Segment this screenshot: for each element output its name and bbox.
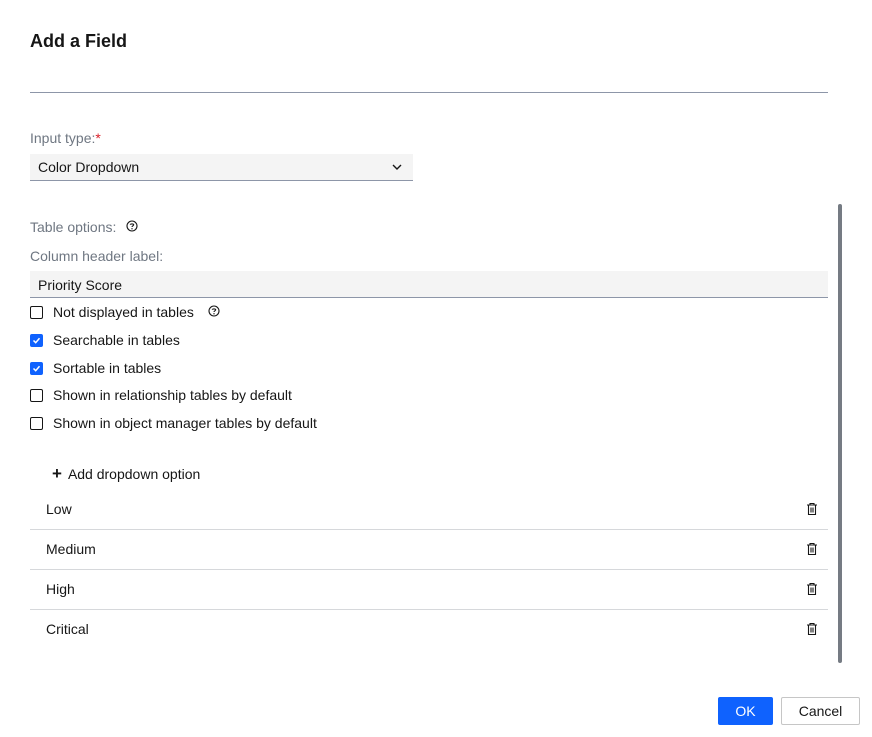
checkbox-not-displayed[interactable]: Not displayed in tables xyxy=(30,302,220,322)
dropdown-option-label: Medium xyxy=(46,541,96,557)
checkbox-label: Searchable in tables xyxy=(53,332,180,348)
column-header-input[interactable]: Priority Score xyxy=(30,271,828,298)
dropdown-option-row: High xyxy=(30,570,828,610)
chevron-down-icon xyxy=(391,160,403,176)
help-icon[interactable] xyxy=(126,219,138,235)
dropdown-option-label: Critical xyxy=(46,621,89,637)
table-options-label: Table options: xyxy=(30,219,138,235)
checkbox-label: Shown in object manager tables by defaul… xyxy=(53,415,317,431)
checkbox-box[interactable] xyxy=(30,388,43,402)
dropdown-option-row: Medium xyxy=(30,530,828,570)
input-type-label: Input type:* xyxy=(30,130,101,146)
checkbox-label: Sortable in tables xyxy=(53,360,162,376)
checkbox-label: Shown in relationship tables by default xyxy=(53,387,292,403)
dropdown-option-label: High xyxy=(46,581,75,597)
checkbox-box-checked[interactable] xyxy=(30,361,43,375)
trash-icon[interactable] xyxy=(806,622,818,639)
help-icon[interactable] xyxy=(208,304,220,320)
input-type-label-text: Input type: xyxy=(30,130,96,146)
add-dropdown-option-button[interactable]: + Add dropdown option xyxy=(52,464,201,483)
scrollbar-thumb[interactable] xyxy=(838,204,842,663)
checkbox-label: Not displayed in tables xyxy=(53,304,194,320)
checkbox-object-manager-tables[interactable]: Shown in object manager tables by defaul… xyxy=(30,413,317,433)
trash-icon[interactable] xyxy=(806,582,818,599)
dialog-title: Add a Field xyxy=(30,31,128,51)
checkbox-box-checked[interactable] xyxy=(30,333,43,347)
dropdown-option-label: Low xyxy=(46,501,72,517)
checkbox-box[interactable] xyxy=(30,416,43,430)
required-mark: * xyxy=(95,130,101,146)
ok-button[interactable]: OK xyxy=(718,697,773,725)
column-header-label: Column header label: xyxy=(30,248,164,264)
plus-icon: + xyxy=(52,464,62,483)
trash-icon[interactable] xyxy=(806,502,818,519)
input-type-value: Color Dropdown xyxy=(38,159,140,175)
input-type-select[interactable]: Color Dropdown xyxy=(30,154,413,181)
checkbox-box[interactable] xyxy=(30,305,43,319)
dropdown-option-row: Critical xyxy=(30,610,828,650)
add-dropdown-option-label: Add dropdown option xyxy=(67,466,201,482)
table-options-label-text: Table options: xyxy=(30,219,117,235)
cancel-button[interactable]: Cancel xyxy=(781,697,860,725)
checkbox-searchable[interactable]: Searchable in tables xyxy=(30,330,180,350)
trash-icon[interactable] xyxy=(806,542,818,559)
field-name-input[interactable] xyxy=(30,62,828,93)
checkbox-relationship-tables[interactable]: Shown in relationship tables by default xyxy=(30,385,292,405)
dropdown-option-row: Low xyxy=(30,490,828,530)
column-header-value: Priority Score xyxy=(38,277,123,293)
checkbox-sortable[interactable]: Sortable in tables xyxy=(30,358,161,378)
